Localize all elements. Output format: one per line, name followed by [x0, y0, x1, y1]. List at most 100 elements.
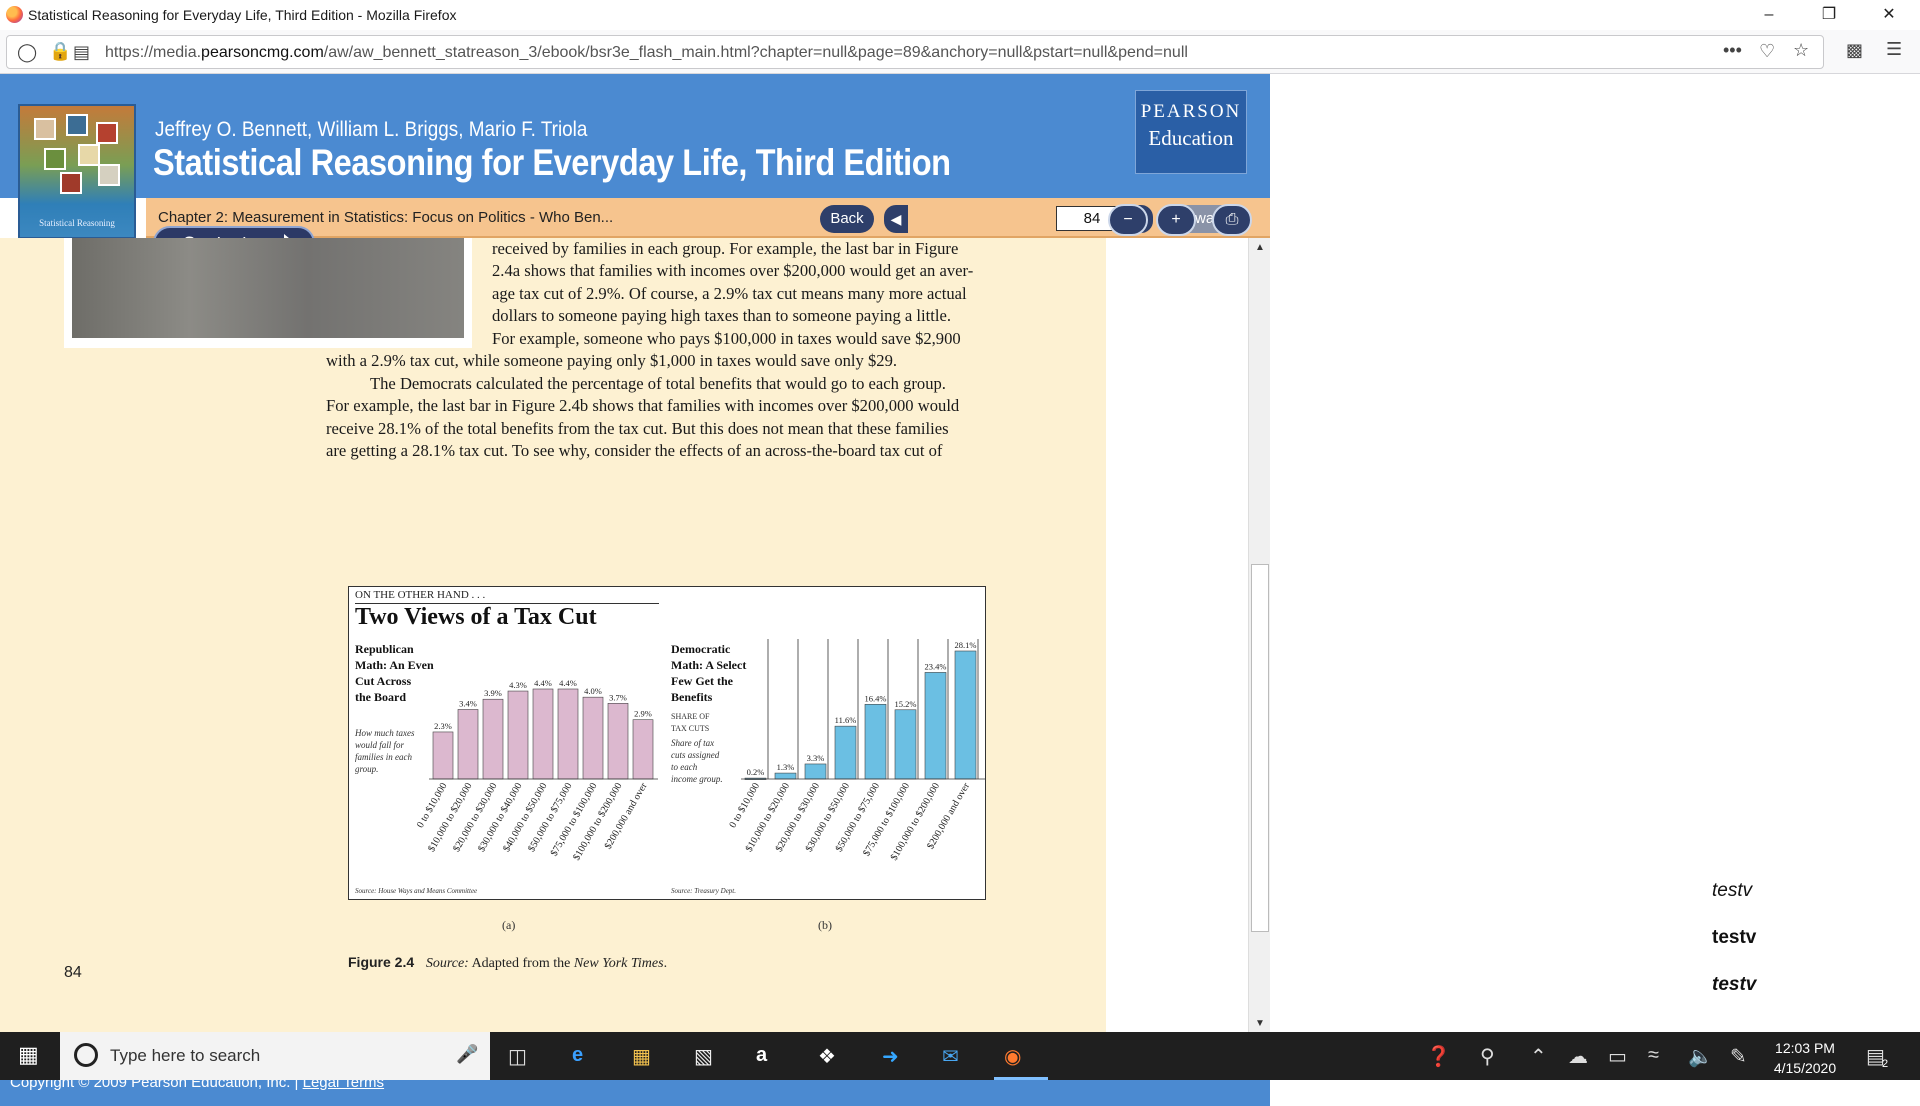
- menu-icon[interactable]: ☰: [1886, 39, 1902, 60]
- bar-value-label: 4.0%: [584, 686, 602, 696]
- bar-value-label: 2.9%: [634, 709, 652, 719]
- ebook-header: Jeffrey O. Bennett, William L. Briggs, M…: [0, 74, 1270, 198]
- task-view-icon[interactable]: ◫: [508, 1044, 527, 1069]
- chart-bar: [804, 763, 827, 780]
- chart-bar: [532, 688, 554, 780]
- store-icon[interactable]: ▧: [694, 1044, 713, 1069]
- scroll-up-icon[interactable]: ▲: [1255, 242, 1265, 253]
- figure-title: Two Views of a Tax Cut: [355, 604, 597, 630]
- chart-bar: [457, 709, 479, 780]
- text-line: dollars to someone paying high taxes tha…: [492, 306, 952, 325]
- chapter-title: Chapter 2: Measurement in Statistics: Fo…: [158, 209, 614, 226]
- book-page: received by families in each group. For …: [0, 238, 1106, 1034]
- chart-bar: [607, 703, 629, 780]
- ebook-app: Jeffrey O. Bennett, William L. Briggs, M…: [0, 74, 1270, 1106]
- file-explorer-icon[interactable]: ▦: [632, 1044, 651, 1069]
- book-authors: Jeffrey O. Bennett, William L. Briggs, M…: [155, 118, 588, 141]
- bar-value-label: 16.4%: [865, 693, 887, 703]
- vertical-scrollbar[interactable]: ▲ ▼: [1248, 238, 1270, 1034]
- cortana-icon: [74, 1043, 98, 1067]
- vertical-scroll-thumb[interactable]: [1251, 564, 1269, 932]
- page-photo: [64, 238, 472, 348]
- side-note: testv: [1712, 927, 1757, 948]
- edge-icon[interactable]: e: [572, 1044, 583, 1067]
- side-note: testv: [1712, 880, 1753, 901]
- text-line: For example, someone who pays $100,000 i…: [492, 329, 961, 348]
- people-icon[interactable]: ⚲: [1480, 1044, 1495, 1069]
- text-line: are getting a 28.1% tax cut. To see why,…: [326, 441, 943, 460]
- taskbar-search[interactable]: Type here to search 🎤: [60, 1032, 490, 1080]
- shield-icon[interactable]: ◯: [17, 42, 37, 63]
- battery-icon[interactable]: ▭: [1608, 1044, 1627, 1069]
- tax-cut-charts: 2.3%0 to $10,0003.4%$10,000 to $20,0003.…: [415, 639, 985, 863]
- scroll-down-icon[interactable]: ▼: [1255, 1018, 1265, 1029]
- firefox-taskbar-icon[interactable]: ◉: [1004, 1044, 1021, 1069]
- url-bar[interactable]: ◯ 🔒 ▤ https://media.pearsoncmg.com/aw/aw…: [6, 35, 1824, 69]
- onedrive-icon[interactable]: ☁: [1568, 1044, 1588, 1069]
- side-note: testv: [1712, 974, 1757, 995]
- chapter-toolbar: Chapter 2: Measurement in Statistics: Fo…: [146, 198, 1270, 238]
- print-icon[interactable]: ⎙: [1212, 204, 1252, 236]
- panel-a-heading: Republican Math: An Even Cut Across the Boa…: [355, 642, 434, 704]
- amazon-icon[interactable]: a: [756, 1044, 767, 1067]
- url-text[interactable]: https://media.pearsoncmg.com/aw/aw_benne…: [105, 44, 1188, 62]
- extensions-icon[interactable]: ▩: [1846, 40, 1863, 61]
- bar-value-label: 3.9%: [484, 688, 502, 698]
- bar-value-label: 2.3%: [434, 721, 452, 731]
- bar-value-label: 4.4%: [559, 678, 577, 688]
- more-actions-icon[interactable]: •••: [1723, 40, 1742, 61]
- book-title: Statistical Reasoning for Everyday Life,…: [153, 142, 951, 183]
- page-number: 84: [64, 964, 82, 981]
- bar-value-label: 4.4%: [534, 678, 552, 688]
- chart-bar: [774, 772, 797, 780]
- dropbox-icon[interactable]: ❖: [818, 1044, 836, 1069]
- windows-taskbar: ▦ Type here to search 🎤 ◫ e ▦ ▧ a ❖ ➜ ✉ …: [0, 1032, 1920, 1080]
- windows-start-icon[interactable]: ▦: [18, 1042, 39, 1068]
- bar-value-label: 3.3%: [807, 753, 825, 763]
- visual-studio-icon[interactable]: ➜: [882, 1044, 899, 1069]
- zoom-in-icon[interactable]: +: [1156, 204, 1196, 236]
- text-line: receive 28.1% of the total benefits from…: [326, 419, 949, 438]
- restore-icon[interactable]: ❐: [1800, 0, 1858, 30]
- browser-navbar: ◯ 🔒 ▤ https://media.pearsoncmg.com/aw/aw…: [0, 30, 1920, 74]
- window-title: Statistical Reasoning for Everyday Life,…: [28, 7, 457, 23]
- chart-bar: [557, 688, 579, 780]
- window-titlebar: Statistical Reasoning for Everyday Life,…: [0, 0, 1920, 30]
- bar-value-label: 4.3%: [509, 680, 527, 690]
- figure-kicker: ON THE OTHER HAND . . .: [355, 589, 486, 601]
- bar-value-label: 23.4%: [925, 661, 947, 671]
- back-button[interactable]: Back: [820, 205, 874, 233]
- bookmark-star-icon[interactable]: ☆: [1793, 40, 1809, 61]
- wifi-icon[interactable]: ≈: [1648, 1044, 1659, 1067]
- minimize-icon[interactable]: –: [1740, 0, 1798, 30]
- bar-value-label: 1.3%: [777, 762, 795, 772]
- chart-bar: [432, 731, 454, 780]
- chart-bar: [632, 719, 654, 780]
- notification-count: 2: [1882, 1058, 1889, 1070]
- volume-icon[interactable]: 🔈: [1688, 1044, 1713, 1069]
- mail-icon[interactable]: ✉: [942, 1044, 959, 1069]
- close-icon[interactable]: ✕: [1860, 0, 1918, 30]
- text-line: For example, the last bar in Figure 2.4b…: [326, 396, 960, 415]
- prev-page-button[interactable]: ◀: [884, 205, 908, 233]
- figure-caption: Figure 2.4 Source: Adapted from the New …: [348, 954, 668, 971]
- taskbar-clock[interactable]: 12:03 PM 4/15/2020: [1762, 1038, 1848, 1078]
- pocket-icon[interactable]: ♡: [1759, 41, 1775, 62]
- microphone-icon[interactable]: 🎤: [456, 1044, 478, 1065]
- category-tick-label: 0 to $10,000: [727, 781, 762, 830]
- show-hidden-icons[interactable]: ⌃: [1530, 1044, 1547, 1069]
- lock-icon[interactable]: 🔒: [49, 41, 71, 62]
- figure-2-4: 2.3% 0 to $10,000 3.4% $10,000 to $20,000 3.…: [348, 586, 986, 900]
- help-icon[interactable]: ❓: [1426, 1044, 1451, 1069]
- figure-label-a: (a): [502, 918, 516, 932]
- chart-bar: [582, 696, 604, 780]
- permissions-icon[interactable]: ▤: [73, 42, 90, 63]
- pen-icon[interactable]: ✎: [1730, 1044, 1747, 1069]
- zoom-out-icon[interactable]: −: [1108, 204, 1148, 236]
- figure-label-b: (b): [818, 918, 832, 932]
- bar-value-label: 3.7%: [609, 692, 627, 702]
- chart-bar: [924, 672, 947, 780]
- text-line: with a 2.9% tax cut, while someone payin…: [326, 351, 898, 370]
- bar-value-label: 11.6%: [835, 715, 857, 725]
- chart-bar: [864, 703, 887, 780]
